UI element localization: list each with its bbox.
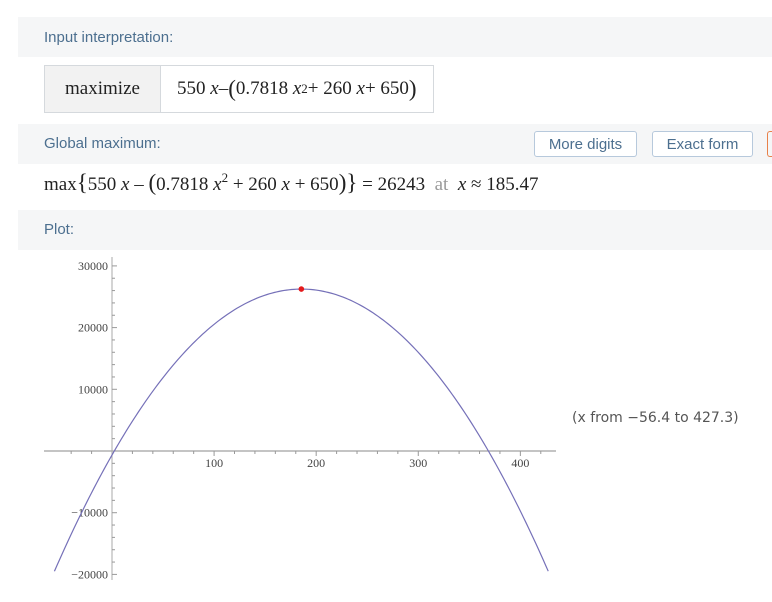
y-tick-label: 20000 xyxy=(78,321,108,335)
x-tick-label: 400 xyxy=(511,456,529,470)
y-tick-label: −10000 xyxy=(71,506,108,520)
x-tick-label: 300 xyxy=(409,456,427,470)
maximum-point xyxy=(298,286,305,292)
function-curve xyxy=(53,288,549,572)
x-tick-label: 200 xyxy=(307,456,325,470)
x-tick-label: 100 xyxy=(205,456,223,470)
y-tick-label: −20000 xyxy=(71,567,108,581)
plot-range-note: (x from −56.4 to 427.3) xyxy=(572,410,739,426)
y-tick-label: 10000 xyxy=(78,382,108,396)
function-plot: 100 200 300 400 −20000 −10000 10000 20000 30000 xyxy=(44,257,556,581)
y-tick-label: 30000 xyxy=(78,259,108,273)
